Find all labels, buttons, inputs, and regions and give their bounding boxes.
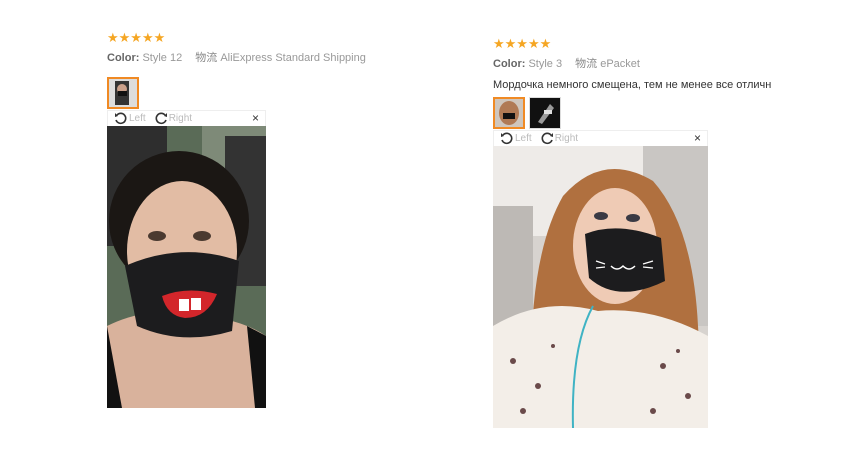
review-meta: Color: Style 3 物流 ePacket <box>493 55 771 71</box>
rating-stars: ★★★★★ <box>493 36 552 51</box>
rotate-right-label: Right <box>554 133 579 144</box>
photo-viewer-2: Left Right × <box>493 130 708 428</box>
rotate-left-button[interactable]: Left <box>114 112 146 126</box>
color-value: Style 3 <box>528 58 563 70</box>
review-1: ★★★★★ Color: Style 12 物流 AliExpress Stan… <box>107 31 366 109</box>
rotate-left-label: Left <box>129 113 146 124</box>
rotate-left-icon <box>115 112 127 124</box>
rotate-right-button[interactable]: Right <box>540 132 578 146</box>
review-2: ★★★★★ Color: Style 3 物流 ePacket Мордочка… <box>493 37 771 129</box>
review-photo <box>493 146 708 428</box>
photo-thumbnails <box>493 97 771 129</box>
color-label: Color: <box>107 52 140 64</box>
color-label: Color: <box>493 58 526 70</box>
color-value: Style 12 <box>142 52 183 64</box>
close-viewer-button[interactable]: × <box>252 111 259 125</box>
photo-thumbnails <box>107 77 366 109</box>
viewer-toolbar: Left Right × <box>107 110 266 126</box>
woman-with-cat-mask-photo <box>493 146 708 428</box>
photo-viewer-1: Left Right × <box>107 110 266 408</box>
photo-thumbnail[interactable] <box>529 97 561 129</box>
photo-thumbnail-selected[interactable] <box>493 97 525 129</box>
rotate-left-icon <box>501 132 513 144</box>
rotate-right-button[interactable]: Right <box>154 112 192 126</box>
viewer-toolbar: Left Right × <box>493 130 708 146</box>
rotate-left-button[interactable]: Left <box>500 132 532 146</box>
review-comment: Мордочка немного смещена, тем не менее в… <box>493 79 772 91</box>
woman-with-lips-mask-photo <box>107 126 266 408</box>
shipping-value: AliExpress Standard Shipping <box>220 52 366 64</box>
review-meta: Color: Style 12 物流 AliExpress Standard S… <box>107 49 366 65</box>
rotate-right-icon <box>541 132 553 144</box>
photo-thumbnail-selected[interactable] <box>107 77 139 109</box>
rating-stars: ★★★★★ <box>107 30 166 45</box>
rotate-left-label: Left <box>515 133 532 144</box>
rotate-right-icon <box>155 112 167 124</box>
shipping-value: ePacket <box>600 58 640 70</box>
review-photo <box>107 126 266 408</box>
close-viewer-button[interactable]: × <box>694 131 701 145</box>
shipping-label: 物流 <box>575 58 598 70</box>
rotate-right-label: Right <box>168 113 193 124</box>
shipping-label: 物流 <box>195 52 218 64</box>
